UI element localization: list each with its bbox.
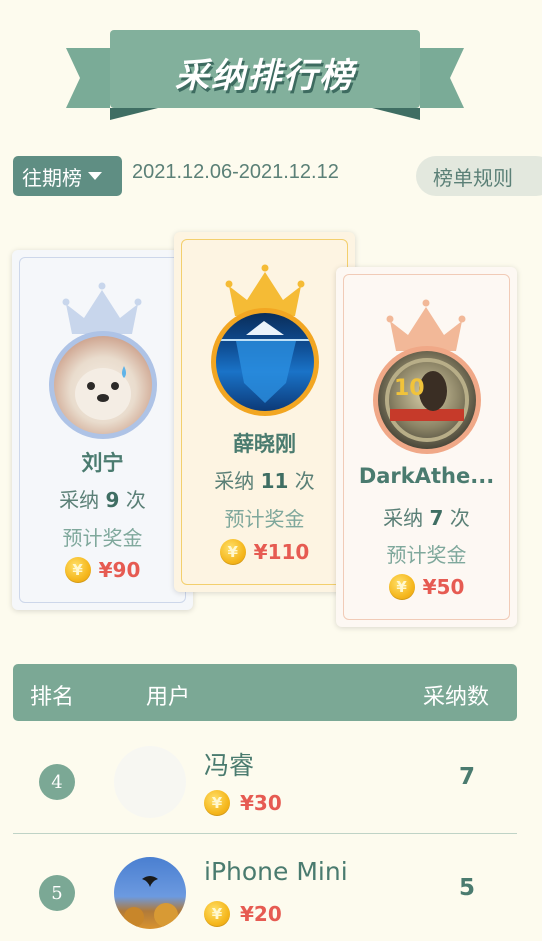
adopt-count: 5: [459, 875, 476, 901]
avatar[interactable]: [216, 313, 314, 411]
ranking-table-header: 排名 用户 采纳数: [13, 664, 517, 721]
prize-label: 预计奖金: [386, 543, 467, 567]
header-rank: 排名: [30, 685, 75, 710]
table-row[interactable]: 4 冯睿 ¥ ¥30 7: [13, 724, 517, 834]
coin-icon: ¥: [64, 557, 91, 583]
prize-amount: ¥ ¥50: [336, 574, 517, 600]
bird-photo-icon: [124, 876, 178, 927]
coin-icon: ¥: [388, 574, 415, 600]
prize-amount: ¥ ¥30: [204, 790, 282, 816]
prize-amount: ¥ ¥90: [12, 557, 193, 583]
prize-label: 预计奖金: [62, 526, 143, 550]
avatar-ring: 10: [373, 346, 481, 454]
count-suffix: 次: [449, 506, 470, 530]
avatar[interactable]: [114, 857, 186, 929]
game-badge-icon: 10: [385, 358, 469, 442]
podium-card-third[interactable]: 10 DarkAthe... 采纳 7 次 预计奖金 ¥ ¥50: [336, 267, 517, 627]
adopt-count: 7: [459, 764, 476, 790]
date-range-text: 2021.12.06-2021.12.12: [132, 161, 339, 183]
coin-icon: ¥: [219, 539, 246, 565]
podium-count: 采纳 9 次: [12, 484, 193, 513]
avatar[interactable]: [54, 336, 152, 434]
prize-amount: ¥ ¥20: [204, 901, 282, 927]
count-prefix: 采纳: [214, 469, 255, 493]
iceberg-icon: [216, 321, 314, 403]
count-prefix: 采纳: [59, 488, 100, 512]
prize-value: ¥110: [253, 540, 310, 564]
podium-name: 刘宁: [81, 451, 124, 475]
svg-text:10: 10: [394, 376, 425, 401]
count-value: 9: [105, 488, 120, 512]
silver-crown-icon: [62, 282, 142, 334]
coin-icon: ¥: [204, 901, 230, 927]
header-user: 用户: [146, 685, 191, 710]
prize-value: ¥50: [422, 575, 465, 599]
podium-card-second[interactable]: 刘宁 采纳 9 次 预计奖金 ¥ ¥90: [12, 250, 193, 610]
rank-badge: 4: [39, 764, 75, 800]
rules-button[interactable]: 榜单规则: [416, 156, 542, 196]
count-prefix: 采纳: [383, 506, 424, 530]
user-name: 冯睿: [204, 751, 255, 780]
podium-count: 采纳 11 次: [174, 465, 355, 494]
caret-down-icon: [88, 172, 102, 180]
count-value: 7: [429, 506, 444, 530]
podium-name: 薛晓刚: [233, 432, 296, 456]
user-name: iPhone Mini: [204, 857, 348, 886]
rank-badge: 5: [39, 875, 75, 911]
bronze-crown-icon: [386, 299, 466, 351]
page-banner: 采纳排行榜: [66, 30, 464, 122]
count-value: 11: [260, 469, 289, 493]
count-suffix: 次: [125, 488, 146, 512]
coin-icon: ¥: [204, 790, 230, 816]
podium-card-first[interactable]: 薛晓刚 采纳 11 次 预计奖金 ¥ ¥110: [174, 232, 355, 592]
prize-value: ¥20: [240, 902, 282, 926]
count-suffix: 次: [294, 469, 315, 493]
podium-count: 采纳 7 次: [336, 502, 517, 531]
avatar-ring: [211, 308, 319, 416]
header-count: 采纳数: [423, 685, 490, 710]
avatar[interactable]: [114, 746, 186, 818]
page-title: 采纳排行榜: [175, 56, 355, 96]
prize-amount: ¥ ¥110: [174, 539, 355, 565]
prize-label: 预计奖金: [224, 507, 305, 531]
prize-value: ¥30: [240, 791, 282, 815]
podium-name: DarkAthe...: [358, 464, 495, 488]
avatar-ring: [49, 331, 157, 439]
period-dropdown-button[interactable]: 往期榜: [13, 156, 122, 196]
period-dropdown-label: 往期榜: [22, 165, 82, 190]
dog-face-icon: [75, 366, 131, 420]
prize-value: ¥90: [98, 558, 141, 582]
table-row[interactable]: 5 iPhone Mini ¥ ¥20 5: [13, 835, 517, 941]
avatar[interactable]: 10: [378, 351, 476, 449]
